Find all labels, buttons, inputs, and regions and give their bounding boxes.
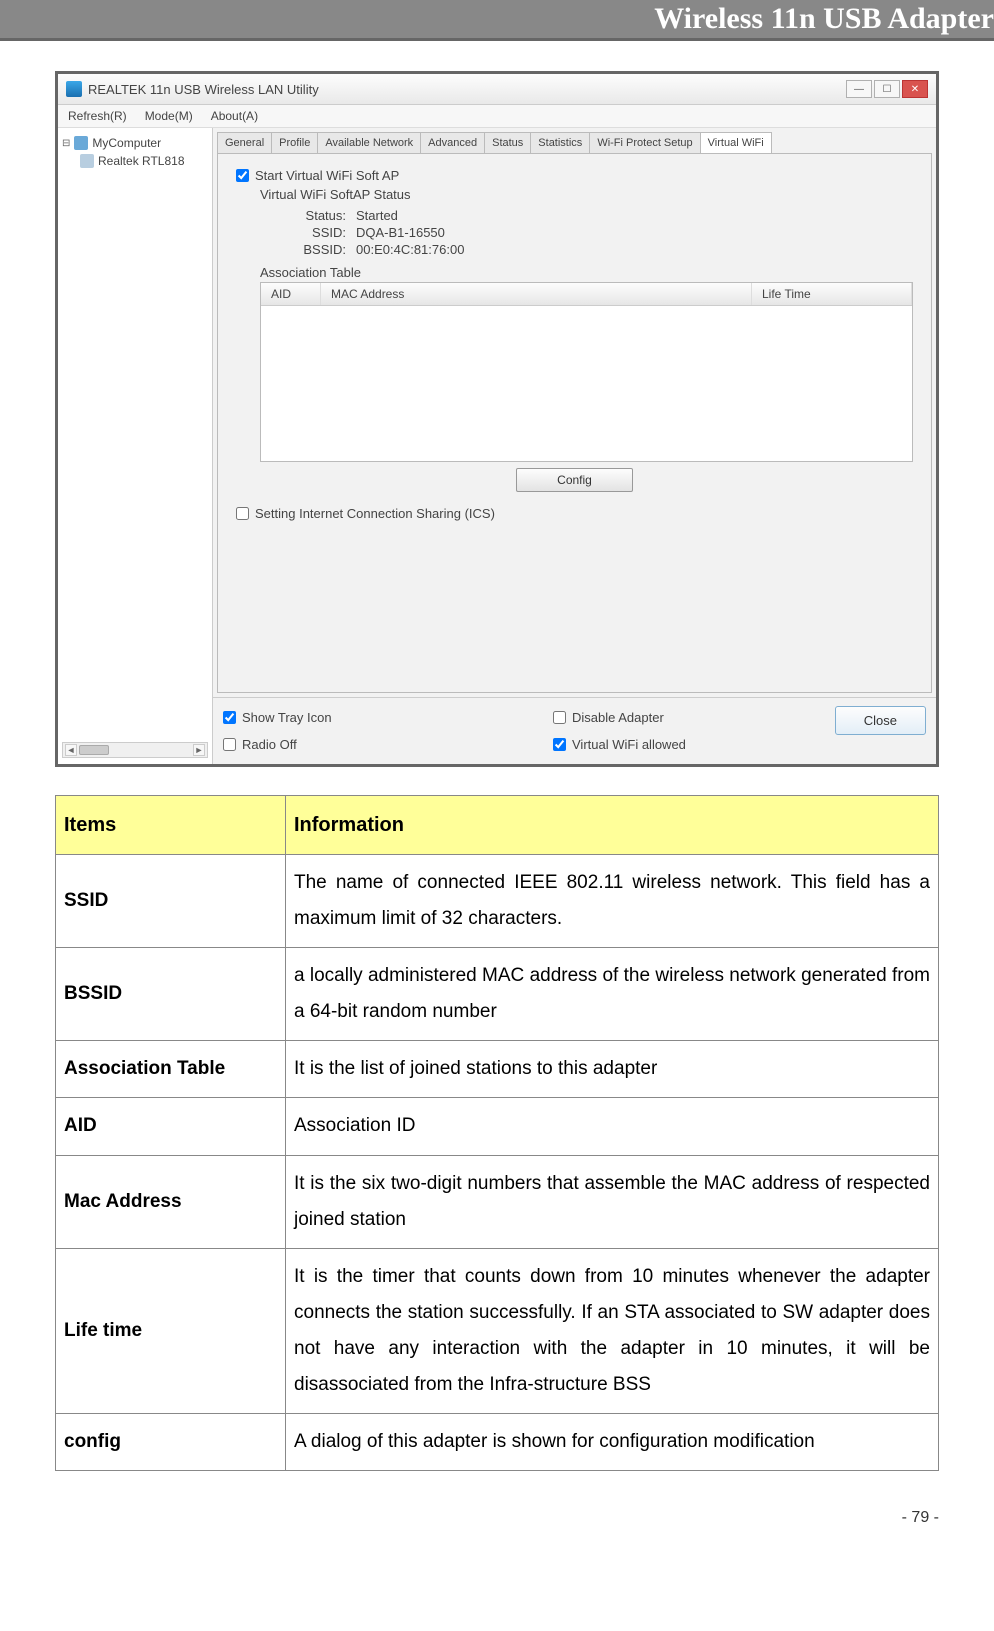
table-row: Mac Address It is the six two-digit numb… <box>56 1155 939 1248</box>
table-row: Association Table It is the list of join… <box>56 1041 939 1098</box>
ics-input[interactable] <box>236 507 249 520</box>
table-row: AID Association ID <box>56 1098 939 1155</box>
ics-label: Setting Internet Connection Sharing (ICS… <box>255 506 495 521</box>
row-info: A dialog of this adapter is shown for co… <box>286 1414 939 1471</box>
minimize-button[interactable]: — <box>846 80 872 98</box>
row-info: It is the list of joined stations to thi… <box>286 1041 939 1098</box>
softap-status-title: Virtual WiFi SoftAP Status <box>260 187 913 202</box>
adapter-icon <box>80 154 94 168</box>
tree-child[interactable]: Realtek RTL818 <box>62 152 208 170</box>
config-button[interactable]: Config <box>516 468 633 492</box>
assoc-col-mac[interactable]: MAC Address <box>321 283 752 305</box>
tabs-row: General Profile Available Network Advanc… <box>213 128 936 153</box>
tab-general[interactable]: General <box>217 132 272 153</box>
start-virtual-ap-checkbox[interactable]: Start Virtual WiFi Soft AP <box>236 168 913 183</box>
tree-scrollbar[interactable]: ◄ ► <box>62 742 208 758</box>
row-info: a locally administered MAC address of th… <box>286 948 939 1041</box>
info-head-information: Information <box>286 796 939 855</box>
close-window-button[interactable]: ✕ <box>902 80 928 98</box>
page-number: - 79 - <box>0 1481 994 1537</box>
row-info: Association ID <box>286 1098 939 1155</box>
row-item: Mac Address <box>56 1155 286 1248</box>
tree-root[interactable]: ⊟ MyComputer <box>62 134 208 152</box>
menu-refresh[interactable]: Refresh(R) <box>68 109 127 123</box>
ssid-value: DQA-B1-16550 <box>356 225 445 240</box>
device-tree: ⊟ MyComputer Realtek RTL818 ◄ ► <box>58 128 213 764</box>
show-tray-checkbox[interactable]: Show Tray Icon <box>223 710 553 725</box>
show-tray-input[interactable] <box>223 711 236 724</box>
app-window: REALTEK 11n USB Wireless LAN Utility — ☐… <box>55 71 939 767</box>
computer-icon <box>74 136 88 150</box>
ssid-label: SSID: <box>276 225 346 240</box>
association-table: AID MAC Address Life Time <box>260 282 913 462</box>
disable-adapter-input[interactable] <box>553 711 566 724</box>
scroll-thumb[interactable] <box>79 745 109 755</box>
assoc-col-life[interactable]: Life Time <box>752 283 912 305</box>
vwifi-allowed-checkbox[interactable]: Virtual WiFi allowed <box>553 737 835 752</box>
table-row: SSID The name of connected IEEE 802.11 w… <box>56 855 939 948</box>
radio-off-checkbox[interactable]: Radio Off <box>223 737 553 752</box>
row-item: BSSID <box>56 948 286 1041</box>
scroll-left-icon[interactable]: ◄ <box>65 744 77 756</box>
table-row: config A dialog of this adapter is shown… <box>56 1414 939 1471</box>
status-label: Status: <box>276 208 346 223</box>
start-virtual-ap-input[interactable] <box>236 169 249 182</box>
tab-virtual-wifi[interactable]: Virtual WiFi <box>700 132 772 153</box>
menubar: Refresh(R) Mode(M) About(A) <box>58 105 936 128</box>
ics-checkbox[interactable]: Setting Internet Connection Sharing (ICS… <box>236 506 913 521</box>
tree-root-label: MyComputer <box>92 136 161 150</box>
tab-statistics[interactable]: Statistics <box>530 132 590 153</box>
close-button[interactable]: Close <box>835 706 926 735</box>
row-item: AID <box>56 1098 286 1155</box>
start-virtual-ap-label: Start Virtual WiFi Soft AP <box>255 168 399 183</box>
row-info: It is the six two-digit numbers that ass… <box>286 1155 939 1248</box>
assoc-col-aid[interactable]: AID <box>261 283 321 305</box>
scroll-right-icon[interactable]: ► <box>193 744 205 756</box>
window-title: REALTEK 11n USB Wireless LAN Utility <box>88 82 846 97</box>
vwifi-allowed-input[interactable] <box>553 738 566 751</box>
window-titlebar: REALTEK 11n USB Wireless LAN Utility — ☐… <box>58 74 936 105</box>
tab-profile[interactable]: Profile <box>271 132 318 153</box>
radio-off-input[interactable] <box>223 738 236 751</box>
disable-adapter-label: Disable Adapter <box>572 710 664 725</box>
table-row: Life time It is the timer that counts do… <box>56 1248 939 1413</box>
tab-status[interactable]: Status <box>484 132 531 153</box>
status-value: Started <box>356 208 398 223</box>
bssid-value: 00:E0:4C:81:76:00 <box>356 242 464 257</box>
row-item: Association Table <box>56 1041 286 1098</box>
bottom-options: Show Tray Icon Radio Off Disable Adapter <box>213 697 936 764</box>
radio-off-label: Radio Off <box>242 737 297 752</box>
app-icon <box>66 81 82 97</box>
association-table-label: Association Table <box>260 265 913 280</box>
row-item: SSID <box>56 855 286 948</box>
tree-child-label: Realtek RTL818 <box>98 154 185 168</box>
row-item: config <box>56 1414 286 1471</box>
maximize-button[interactable]: ☐ <box>874 80 900 98</box>
tab-available-network[interactable]: Available Network <box>317 132 421 153</box>
tab-wifi-protect-setup[interactable]: Wi-Fi Protect Setup <box>589 132 700 153</box>
vwifi-allowed-label: Virtual WiFi allowed <box>572 737 686 752</box>
info-table: Items Information SSID The name of conne… <box>55 795 939 1471</box>
document-title: Wireless 11n USB Adapter <box>654 2 994 35</box>
row-info: The name of connected IEEE 802.11 wirele… <box>286 855 939 948</box>
bssid-label: BSSID: <box>276 242 346 257</box>
row-info: It is the timer that counts down from 10… <box>286 1248 939 1413</box>
tab-advanced[interactable]: Advanced <box>420 132 485 153</box>
menu-mode[interactable]: Mode(M) <box>145 109 193 123</box>
info-head-items: Items <box>56 796 286 855</box>
tab-content: Start Virtual WiFi Soft AP Virtual WiFi … <box>217 153 932 693</box>
menu-about[interactable]: About(A) <box>211 109 258 123</box>
show-tray-label: Show Tray Icon <box>242 710 332 725</box>
row-item: Life time <box>56 1248 286 1413</box>
tree-collapse-icon[interactable]: ⊟ <box>62 138 70 149</box>
document-header: Wireless 11n USB Adapter <box>0 0 994 41</box>
disable-adapter-checkbox[interactable]: Disable Adapter <box>553 710 835 725</box>
table-row: BSSID a locally administered MAC address… <box>56 948 939 1041</box>
